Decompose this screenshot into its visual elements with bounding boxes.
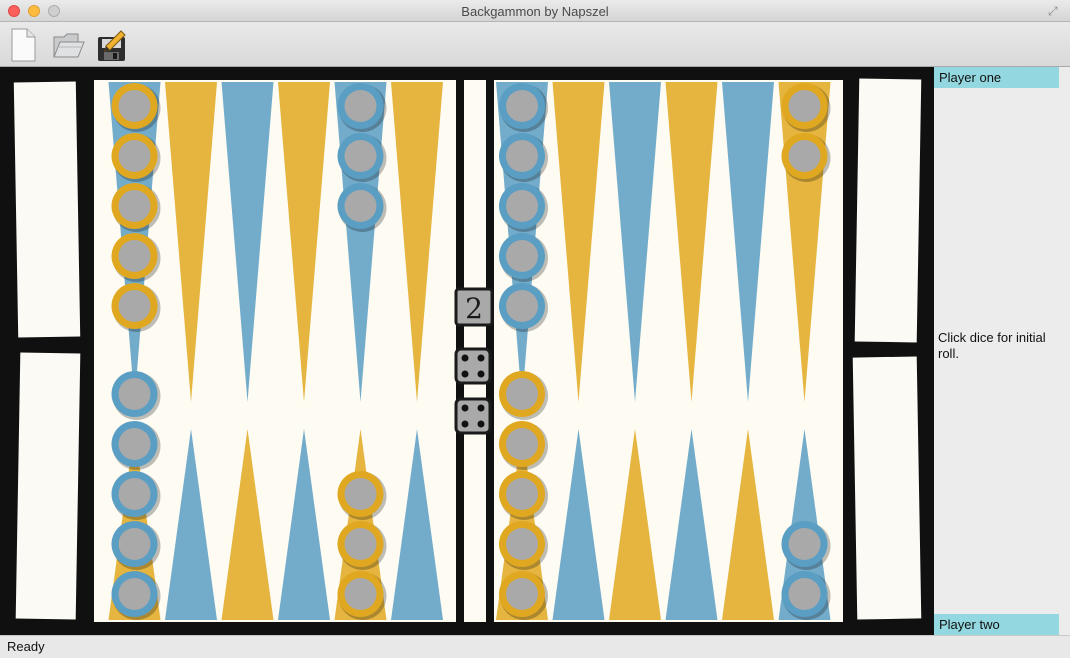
bear-off-top-right	[854, 78, 922, 343]
new-game-button[interactable]	[6, 27, 40, 63]
bear-off-bottom-left	[15, 352, 81, 620]
open-game-button[interactable]	[51, 27, 85, 63]
floppy-save-icon	[98, 30, 126, 61]
save-game-button[interactable]	[95, 27, 129, 63]
fullscreen-icon[interactable]: ⤢	[1048, 4, 1062, 18]
die-one[interactable]	[454, 347, 492, 385]
doubling-cube[interactable]: 2	[454, 287, 494, 327]
doubling-cube-value: 2	[465, 292, 483, 325]
player-two-label: Player two	[934, 614, 1059, 635]
title-bar: Backgammon by Napszel ⤢	[0, 0, 1070, 22]
side-panel: Player one Click dice for initial roll. …	[934, 67, 1070, 635]
player-one-label: Player one	[934, 67, 1059, 88]
folder-open-icon	[53, 33, 85, 58]
toolbar	[0, 22, 1070, 67]
new-document-icon	[11, 28, 36, 62]
game-message: Click dice for initial roll.	[938, 330, 1046, 361]
status-bar: Ready	[0, 635, 1070, 658]
window-title: Backgammon by Napszel	[461, 4, 609, 19]
backgammon-board: 2	[0, 67, 934, 635]
die-two[interactable]	[454, 397, 492, 435]
bear-off-top-left	[13, 81, 81, 338]
bear-off-bottom-right	[852, 356, 922, 620]
